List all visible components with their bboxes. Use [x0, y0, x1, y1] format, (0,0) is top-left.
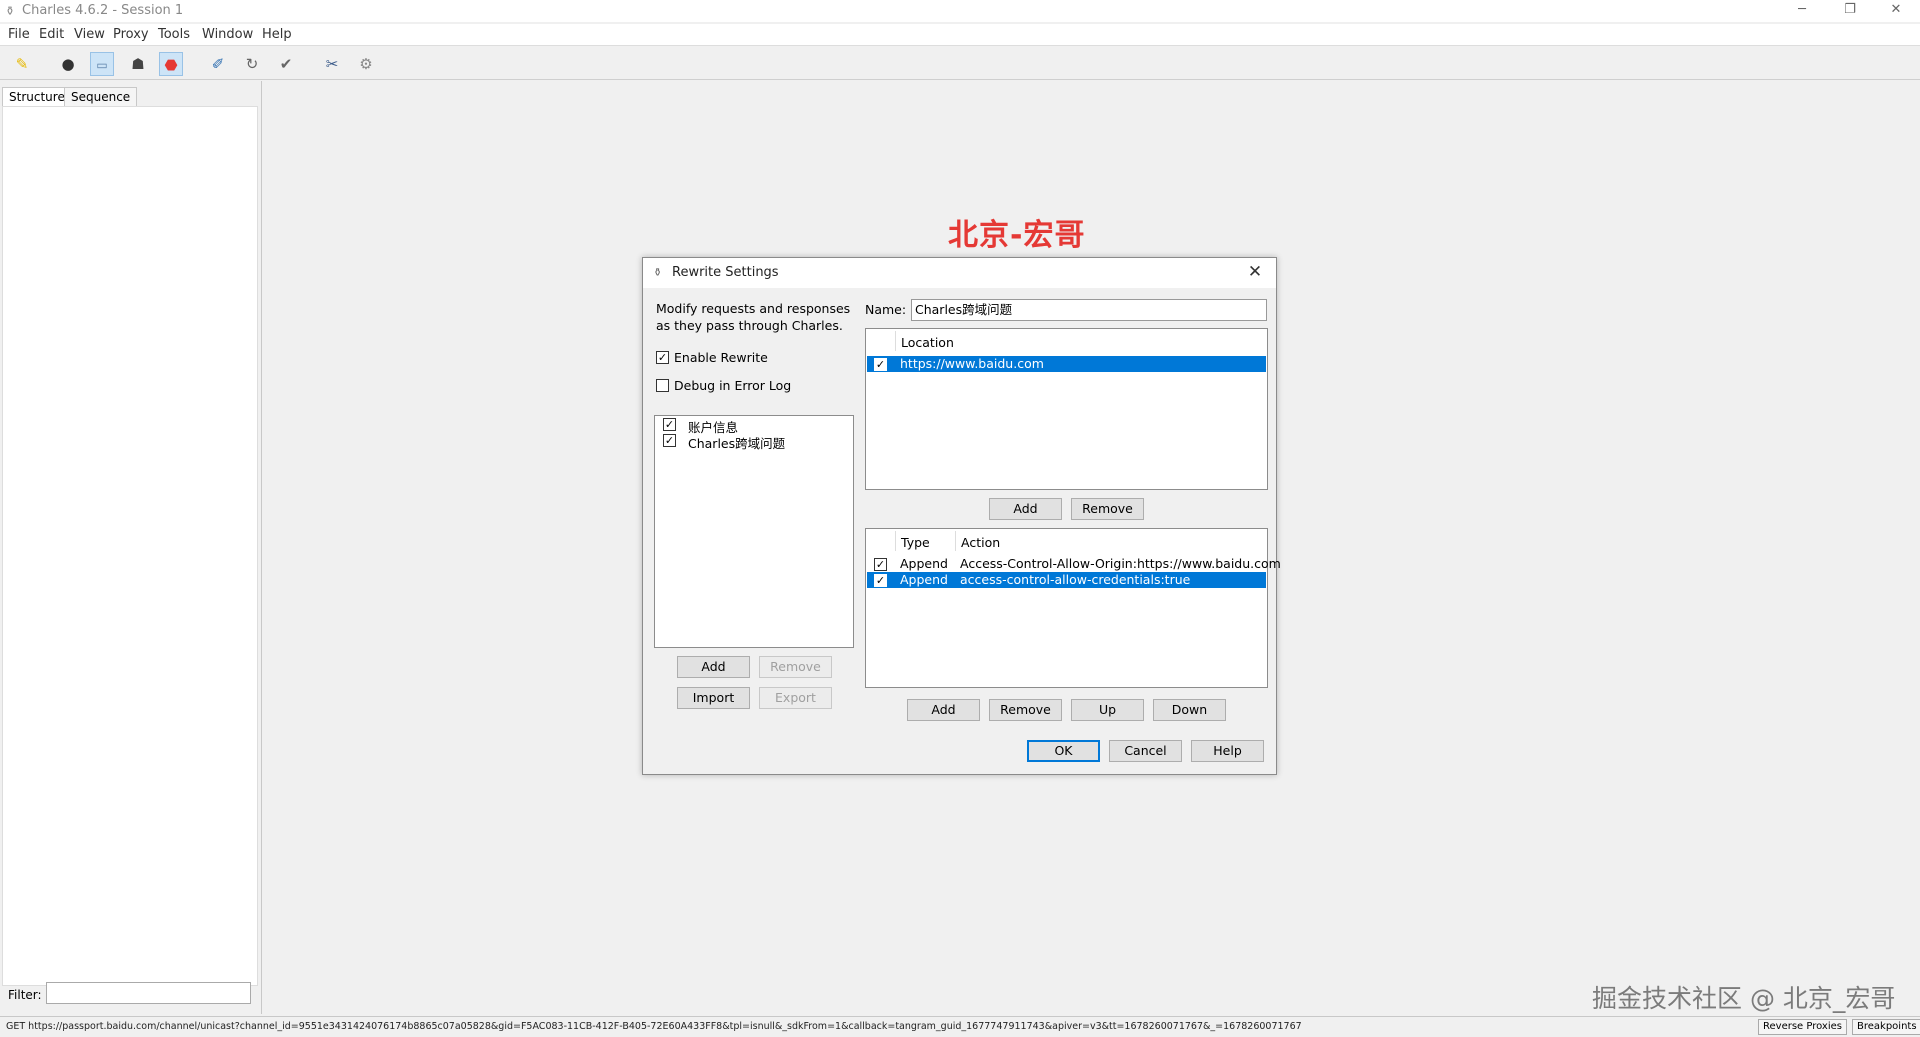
type-cell: Append [900, 556, 948, 571]
location-cell: https://www.baidu.com [900, 356, 1044, 371]
menu-window[interactable]: Window [202, 27, 253, 42]
settings-icon[interactable]: ⚙ [354, 52, 378, 76]
rule-label: Charles跨域问题 [688, 436, 786, 451]
statusbar: GET https://passport.baidu.com/channel/u… [0, 1016, 1920, 1037]
tools-icon[interactable]: ✂ [320, 52, 344, 76]
help-button[interactable]: Help [1191, 740, 1264, 762]
dialog-description: Modify requests and responses as they pa… [656, 301, 851, 333]
export-button[interactable]: Export [759, 687, 832, 709]
action-column-header[interactable]: Action [961, 535, 1000, 550]
action-table[interactable]: Type Action ✓ Append Access-Control-Allo… [865, 528, 1281, 688]
add-rule-button[interactable]: Add [677, 656, 750, 678]
window-titlebar: ⚱ Charles 4.6.2 - Session 1 ─ ❐ ✕ [0, 0, 1920, 22]
toolbar: ✎ ● ▭ ☗ ⬣ ✐ ↻ ✔ ✂ ⚙ [0, 47, 1920, 80]
rewrite-settings-dialog: ⚱ Rewrite Settings ✕ Modify requests and… [642, 257, 1281, 775]
menubar: File Edit View Proxy Tools Window Help [0, 24, 1920, 46]
down-button[interactable]: Down [1153, 699, 1226, 721]
watermark-top: 北京-宏哥 [948, 218, 1086, 253]
checkbox-checked-icon[interactable]: ✓ [663, 434, 676, 447]
breakpoints-button[interactable]: Breakpoints [1852, 1019, 1920, 1035]
column-divider [895, 531, 896, 551]
type-column-header[interactable]: Type [901, 535, 930, 550]
table-row[interactable]: ✓ https://www.baidu.com [867, 356, 1266, 372]
checkbox-checked-icon[interactable]: ✓ [874, 558, 887, 571]
add-action-button[interactable]: Add [907, 699, 980, 721]
dialog-title: Rewrite Settings [672, 265, 779, 280]
validate-icon[interactable]: ✔ [274, 52, 298, 76]
structure-tree[interactable] [2, 106, 258, 986]
rewrite-rules-list[interactable]: ✓ 账户信息 ✓ Charles跨域问题 [654, 415, 854, 648]
reverse-proxies-button[interactable]: Reverse Proxies [1758, 1019, 1847, 1035]
name-input[interactable]: Charles跨域问题 [911, 299, 1267, 321]
charles-app-icon: ⚱ [5, 4, 16, 18]
checkbox-unchecked-icon[interactable] [656, 379, 669, 392]
location-column-header[interactable]: Location [901, 335, 954, 350]
ok-button[interactable]: OK [1027, 740, 1100, 762]
menu-proxy[interactable]: Proxy [113, 27, 149, 42]
table-row[interactable]: ✓ Append Access-Control-Allow-Origin:htt… [867, 556, 1281, 572]
location-table[interactable]: Location ✓ https://www.baidu.com [865, 328, 1268, 490]
add-location-button[interactable]: Add [989, 498, 1062, 520]
remove-action-button[interactable]: Remove [989, 699, 1062, 721]
up-button[interactable]: Up [1071, 699, 1144, 721]
column-divider [895, 331, 896, 351]
turtle-icon[interactable]: ☗ [126, 52, 150, 76]
left-panel: Structure Sequence Filter: [0, 81, 262, 1014]
close-icon[interactable]: ✕ [1876, 0, 1916, 22]
filter-input[interactable] [46, 982, 251, 1004]
table-row[interactable]: ✓ Append access-control-allow-credential… [867, 572, 1266, 588]
enable-rewrite-label: Enable Rewrite [674, 350, 768, 365]
repeat-icon[interactable]: ↻ [240, 52, 264, 76]
debug-error-log-label: Debug in Error Log [674, 378, 792, 393]
status-text: GET https://passport.baidu.com/channel/u… [6, 1021, 1302, 1032]
watermark-bottom: 掘金技术社区 @ 北京_宏哥 [1592, 984, 1896, 1013]
window-title: Charles 4.6.2 - Session 1 [22, 3, 184, 18]
breakpoint-icon[interactable]: ⬣ [159, 52, 183, 76]
restore-icon[interactable]: ❐ [1830, 0, 1870, 22]
charles-app-icon: ⚱ [653, 266, 663, 279]
menu-help[interactable]: Help [262, 27, 292, 42]
tab-structure[interactable]: Structure [2, 87, 72, 107]
action-cell: access-control-allow-credentials:true [960, 572, 1191, 587]
cancel-button[interactable]: Cancel [1109, 740, 1182, 762]
debug-error-log-checkbox[interactable]: Debug in Error Log [656, 378, 816, 394]
column-divider [955, 531, 956, 551]
minimize-icon[interactable]: ─ [1782, 0, 1822, 22]
list-item[interactable]: ✓ 账户信息 [663, 417, 843, 435]
import-button[interactable]: Import [677, 687, 750, 709]
checkbox-checked-icon[interactable]: ✓ [663, 418, 676, 431]
broom-icon[interactable]: ✎ [10, 52, 34, 76]
type-cell: Append [900, 572, 948, 587]
list-item[interactable]: ✓ Charles跨域问题 [663, 433, 843, 451]
filter-label: Filter: [8, 988, 42, 1002]
dialog-titlebar: ⚱ Rewrite Settings ✕ [643, 258, 1276, 288]
remove-location-button[interactable]: Remove [1071, 498, 1144, 520]
close-icon[interactable]: ✕ [1245, 262, 1265, 282]
name-label: Name: [865, 302, 907, 317]
checkbox-checked-icon[interactable]: ✓ [656, 351, 669, 364]
tab-sequence[interactable]: Sequence [64, 87, 138, 107]
checkbox-checked-icon[interactable]: ✓ [874, 574, 887, 587]
checkbox-checked-icon[interactable]: ✓ [874, 358, 887, 371]
menu-file[interactable]: File [8, 27, 30, 42]
record-icon[interactable]: ● [56, 52, 80, 76]
menu-edit[interactable]: Edit [39, 27, 64, 42]
remove-rule-button[interactable]: Remove [759, 656, 832, 678]
throttle-icon[interactable]: ▭ [90, 52, 114, 76]
action-cell: Access-Control-Allow-Origin:https://www.… [960, 556, 1281, 571]
menu-tools[interactable]: Tools [158, 27, 190, 42]
enable-rewrite-checkbox[interactable]: ✓ Enable Rewrite [656, 350, 816, 366]
menu-view[interactable]: View [74, 27, 105, 42]
compose-icon[interactable]: ✐ [206, 52, 230, 76]
